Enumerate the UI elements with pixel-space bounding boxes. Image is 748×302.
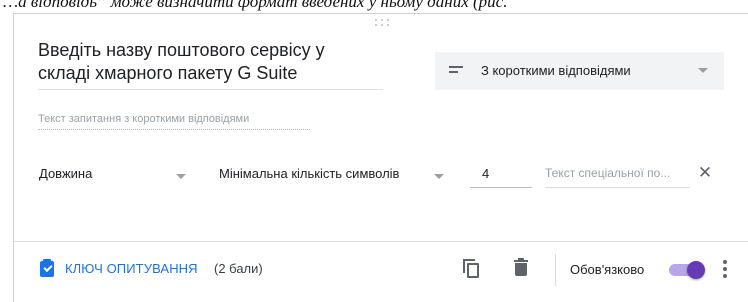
question-footer: КЛЮЧ ОПИТУВАННЯ (2 бали) Обов'язково [14,242,748,302]
custom-error-placeholder: Текст спеціальної по... [545,166,671,180]
footer-separator [555,254,556,286]
validation-type-select[interactable]: Довжина [39,166,92,181]
required-toggle[interactable] [667,259,707,281]
required-label: Обов'язково [570,262,645,277]
question-title-input[interactable]: Введіть назву поштового сервісу у складі… [38,39,383,85]
points-label: (2 бали) [214,261,263,276]
question-title-line-2: складі хмарного пакету G Suite [38,63,298,83]
question-type-label: З короткими відповідями [481,63,631,78]
response-validation-row: Довжина Мінімальна кількість символів 4 … [14,162,748,192]
answer-key-button[interactable]: КЛЮЧ ОПИТУВАННЯ [65,261,198,276]
question-card[interactable]: Введіть назву поштового сервісу у складі… [13,13,748,302]
short-answer-placeholder: Текст запитання з короткими відповідями [38,113,250,125]
content-copy-icon[interactable] [463,259,481,279]
chevron-down-icon [698,68,708,73]
validation-number-value: 4 [482,166,490,181]
short-text-icon [449,66,463,76]
chevron-down-icon[interactable] [434,174,444,179]
document-text-line: …а відповідь” може визначити формат введ… [3,0,508,11]
question-type-select[interactable]: З короткими відповідями [435,52,724,90]
trash-icon[interactable] [514,258,528,277]
validation-rule-select[interactable]: Мінімальна кількість символів [219,166,399,181]
chevron-down-icon[interactable] [176,174,186,179]
question-title-line-1: Введіть назву поштового сервісу у [38,40,325,60]
validation-number-input[interactable]: 4 [470,162,532,188]
assignment-check-icon[interactable] [40,259,54,277]
more-vert-icon[interactable] [722,260,728,278]
short-answer-line [38,129,310,130]
drag-handle-icon[interactable] [375,19,391,27]
close-icon[interactable]: ✕ [696,164,714,182]
question-title-underline [38,89,383,90]
custom-error-input[interactable]: Текст спеціальної по... [545,162,690,188]
